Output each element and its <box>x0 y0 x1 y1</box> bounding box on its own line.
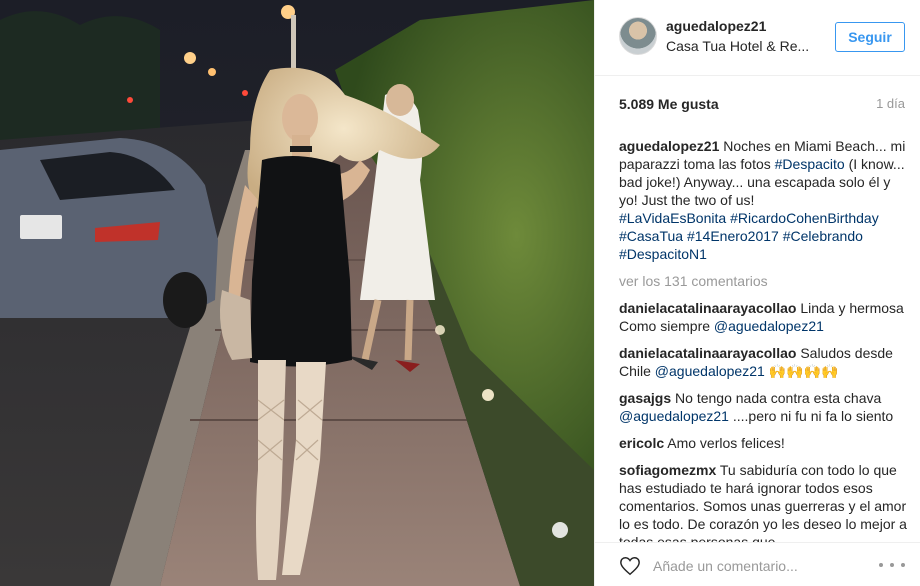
dot <box>879 563 883 567</box>
comment-text: Amo verlos felices! <box>664 435 785 451</box>
likes-row: 5.089 Me gusta 1 día <box>619 96 905 116</box>
comment: sofiagomezmx Tu sabiduría con todo lo qu… <box>619 461 909 542</box>
dot <box>890 563 894 567</box>
comment: ericolc Amo verlos felices! <box>619 434 909 452</box>
more-options-icon[interactable] <box>879 555 905 575</box>
hashtag[interactable]: #DespacitoN1 <box>619 246 707 262</box>
hashtag[interactable]: #Celebrando <box>783 228 863 244</box>
post-username[interactable]: aguedalopez21 <box>666 18 766 34</box>
comment-text: ....pero ni fu ni fa lo siento <box>728 408 894 424</box>
caption-username[interactable]: aguedalopez21 <box>619 138 719 154</box>
heart-icon[interactable] <box>619 555 641 577</box>
comment-footer <box>595 542 920 586</box>
dot <box>901 563 905 567</box>
comment-username[interactable]: danielacatalinaarayacollao <box>619 345 796 361</box>
post-header: aguedalopez21 Casa Tua Hotel & Re... Seg… <box>595 0 920 76</box>
hashtag[interactable]: #14Enero2017 <box>687 228 779 244</box>
post-time[interactable]: 1 día <box>876 96 905 111</box>
mention[interactable]: @aguedalopez21 <box>619 408 729 424</box>
caption: aguedalopez21 Noches en Miami Beach... m… <box>619 137 909 263</box>
post-photo[interactable] <box>0 0 594 586</box>
hashtag[interactable]: #CasaTua <box>619 228 683 244</box>
add-comment-input[interactable] <box>653 555 863 577</box>
comment-text: No tengo nada contra esta chava <box>671 390 882 406</box>
hashtag[interactable]: #LaVidaEsBonita <box>619 210 726 226</box>
comment: danielacatalinaarayacollao Linda y hermo… <box>619 299 909 335</box>
likes-count[interactable]: 5.089 Me gusta <box>619 96 719 112</box>
mention[interactable]: @aguedalopez21 <box>655 363 765 379</box>
comment-text: 🙌🙌🙌🙌 <box>764 363 839 379</box>
mention[interactable]: @aguedalopez21 <box>714 318 824 334</box>
post-details-panel: aguedalopez21 Casa Tua Hotel & Re... Seg… <box>594 0 920 586</box>
comment-username[interactable]: sofiagomezmx <box>619 462 716 478</box>
comment-username[interactable]: gasajgs <box>619 390 671 406</box>
follow-button[interactable]: Seguir <box>835 22 905 52</box>
comments-list: aguedalopez21 Noches en Miami Beach... m… <box>619 137 909 542</box>
comment-username[interactable]: danielacatalinaarayacollao <box>619 300 796 316</box>
view-all-comments-link[interactable]: ver los 131 comentarios <box>619 272 909 290</box>
comment: danielacatalinaarayacollao Saludos desde… <box>619 344 909 380</box>
comment: gasajgs No tengo nada contra esta chava … <box>619 389 909 425</box>
hashtag[interactable]: #RicardoCohenBirthday <box>730 210 879 226</box>
hashtag[interactable]: #Despacito <box>775 156 845 172</box>
post-location[interactable]: Casa Tua Hotel & Re... <box>666 38 809 54</box>
comment-username[interactable]: ericolc <box>619 435 664 451</box>
avatar[interactable] <box>619 17 657 55</box>
